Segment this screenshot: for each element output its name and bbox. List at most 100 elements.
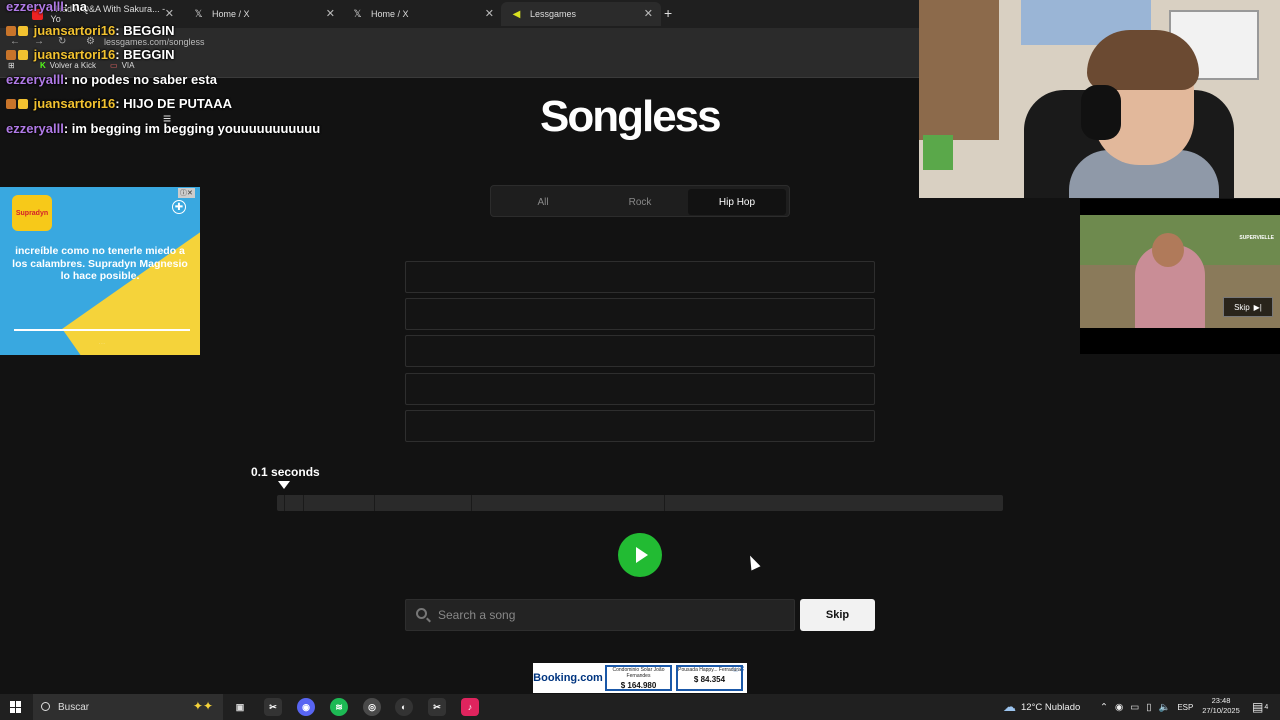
weather-text: 12°C Nublado <box>1021 701 1081 713</box>
tiktok-icon[interactable]: ♪ <box>461 698 479 716</box>
skip-button[interactable]: Skip <box>800 599 875 631</box>
badge-icon <box>6 99 16 109</box>
bookmark-icon: ▭ <box>110 61 118 70</box>
screen: I Had A Q&A With Sakura... - Yo ✕ 𝕏 Home… <box>0 0 1280 720</box>
chat-username: ezzeryalll <box>6 0 64 14</box>
clock-date: 27/10/2025 <box>1202 705 1240 715</box>
song-search-input[interactable] <box>438 600 788 630</box>
chat-username: juansartori16 <box>33 23 116 38</box>
capcut-icon-2[interactable]: ✂ <box>428 698 446 716</box>
ad-decoration <box>62 214 200 355</box>
obs-icon[interactable]: ◐ <box>395 698 413 716</box>
chat-text: : im begging im begging youuuuuuuuuuu <box>63 121 321 136</box>
tab-x-2[interactable]: 𝕏 Home / X ✕ <box>342 2 502 26</box>
record-icon[interactable]: ◉ <box>1115 702 1123 713</box>
search-highlight-icon: ✦✦ <box>192 699 213 713</box>
listing-card[interactable]: Condominio Solar João Fernandes $ 164.98… <box>605 665 672 691</box>
chat-username: juansartori16 <box>33 96 116 111</box>
chat-message: ezzeryalll: no podes no saber esta <box>6 72 217 87</box>
webcam-feed <box>919 0 1280 198</box>
listing-price: $ 84.354 <box>693 674 726 684</box>
webcam-figure <box>923 135 953 170</box>
taskbar-search[interactable]: Buscar ✦✦ <box>33 694 223 720</box>
capcut-icon[interactable]: ✂ <box>264 698 282 716</box>
clock[interactable]: 23:48 27/10/2025 <box>1198 696 1244 716</box>
supradyn-logo: Supradyn <box>12 195 52 231</box>
songless-logo: Songless <box>540 92 722 141</box>
chat-text: : na <box>63 0 87 14</box>
clip-duration-label: 0.1 seconds <box>251 465 320 479</box>
lessgames-icon: ◀ <box>512 8 521 20</box>
cloud-icon: ☁ <box>1003 699 1016 714</box>
supradyn-ad[interactable]: Supradyn ⓘ✕ ✚ increíble como no tenerle … <box>0 187 200 355</box>
tab-lessgames[interactable]: ◀ Lessgames ✕ <box>501 2 661 26</box>
ad-close-icon[interactable]: ⓘ✕ <box>732 664 745 674</box>
search-icon <box>41 702 50 711</box>
chevron-up-icon[interactable]: ⌃ <box>1100 702 1108 713</box>
song-search <box>405 599 795 631</box>
play-button[interactable] <box>618 533 662 577</box>
bookmark-label: Volver a Kick <box>49 61 97 70</box>
close-icon[interactable]: ✕ <box>165 7 174 20</box>
battery-icon[interactable]: ▯ <box>1146 702 1151 713</box>
chat-text: : HIJO DE PUTAAA <box>115 96 233 111</box>
headset-icon <box>1081 85 1121 140</box>
ad-info-icon[interactable]: ⓘ✕ <box>178 188 195 198</box>
ad-text: increíble como no tenerle miedo a los ca… <box>12 245 188 283</box>
close-icon[interactable]: ✕ <box>644 7 653 20</box>
windows-start-icon[interactable] <box>10 701 22 713</box>
booking-ad[interactable]: Booking.com Condominio Solar João Fernan… <box>533 663 747 693</box>
chat-username: ezzeryalll <box>6 121 64 136</box>
playhead-marker-icon <box>278 481 290 489</box>
bookmark-kick[interactable]: K Volver a Kick <box>40 61 96 70</box>
tab-genre-all[interactable]: All <box>494 189 592 215</box>
network-icon[interactable]: ▭ <box>1130 702 1139 713</box>
timeline-divider <box>284 495 285 511</box>
timeline-divider <box>471 495 472 511</box>
guess-slot <box>405 410 875 442</box>
chrome-icon[interactable]: ◎ <box>363 698 381 716</box>
video-ad[interactable]: SUPERVIELLE <box>1080 199 1280 354</box>
booking-logo: Booking.com <box>533 672 603 684</box>
bookmark-via[interactable]: ▭ VIA <box>110 61 134 70</box>
clock-time: 23:48 <box>1211 696 1231 705</box>
volume-icon[interactable]: 🔈 <box>1158 702 1170 713</box>
close-icon[interactable]: ✕ <box>485 7 494 20</box>
badge-icon <box>6 50 16 60</box>
weather-widget[interactable]: ☁ 12°C Nublado <box>1003 694 1080 720</box>
play-icon <box>636 547 648 563</box>
language-indicator[interactable]: ESP <box>1177 703 1193 712</box>
notifications-button[interactable]: ▤ 4 <box>1252 694 1268 720</box>
guess-slot <box>405 298 875 330</box>
skip-next-icon: ▶| <box>1253 302 1262 312</box>
badge-icon <box>6 26 16 36</box>
apps-grid-icon[interactable]: ⊞ <box>8 61 15 70</box>
webcam-hair <box>1087 30 1199 90</box>
spotify-icon[interactable]: ≋ <box>330 698 348 716</box>
skip-label: Skip <box>1234 302 1250 312</box>
tab-genre-rock[interactable]: Rock <box>591 189 689 215</box>
chat-username: juansartori16 <box>33 47 116 62</box>
chat-text: : no podes no saber esta <box>63 72 217 87</box>
hamburger-menu-icon[interactable]: ≡ <box>163 110 171 126</box>
webcam-shelf <box>919 0 999 140</box>
video-ad-skip-button[interactable]: Skip ▶| <box>1223 297 1273 317</box>
crown-icon <box>18 50 28 60</box>
x-icon: 𝕏 <box>194 8 203 20</box>
close-icon[interactable]: ✕ <box>326 7 335 20</box>
discord-icon[interactable]: ◉ <box>297 698 315 716</box>
video-ad-brand: SUPERVIELLE <box>1239 235 1274 241</box>
chat-message: juansartori16: BEGGIN <box>6 23 175 38</box>
new-tab-icon[interactable]: + <box>664 5 672 21</box>
listing-name: Condominio Solar João Fernandes <box>612 667 665 679</box>
url-field[interactable]: lessgames.com/songless <box>104 37 205 47</box>
tab-x-1[interactable]: 𝕏 Home / X ✕ <box>183 2 343 26</box>
tab-label: Home / X <box>212 9 250 19</box>
timeline-divider <box>664 495 665 511</box>
crown-icon <box>18 26 28 36</box>
task-view-icon[interactable]: ▣ <box>231 698 249 716</box>
bookmark-label: VIA <box>121 61 135 70</box>
tab-genre-hip-hop[interactable]: Hip Hop <box>688 189 786 215</box>
chat-message: ezzeryalll: na <box>6 0 87 14</box>
timeline-divider <box>374 495 375 511</box>
